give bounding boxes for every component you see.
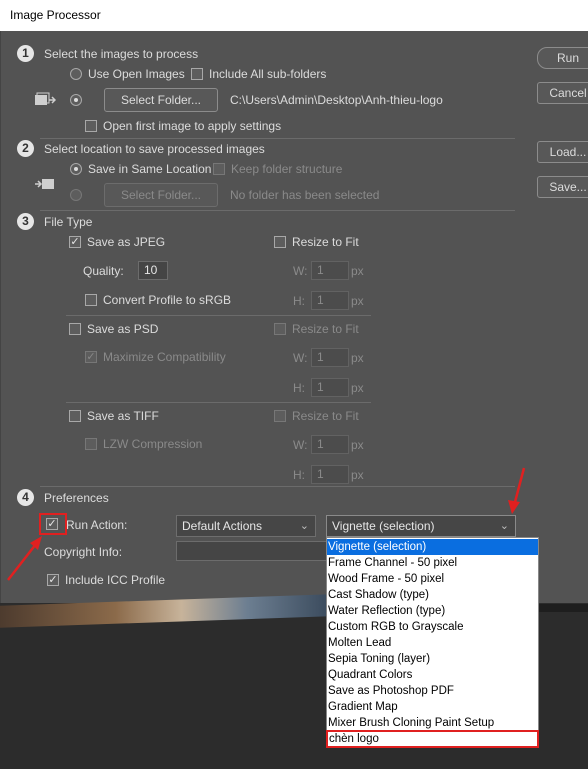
jpeg-quality-input[interactable]: 10 [138, 261, 168, 280]
folder-destination-icon [34, 176, 56, 192]
jpeg-height-input[interactable]: 1 [311, 291, 349, 310]
jpeg-width-input[interactable]: 1 [311, 261, 349, 280]
save-as-tiff-label: Save as TIFF [87, 409, 159, 423]
tiff-width-label: W: [293, 438, 308, 452]
save-as-jpeg-checkbox[interactable]: ✓ [69, 236, 81, 248]
destination-folder-status: No folder has been selected [230, 188, 380, 202]
select-folder-button[interactable]: Select Folder... [104, 88, 218, 112]
load-button[interactable]: Load... [537, 141, 588, 163]
step-2-badge: 2 [17, 140, 34, 157]
source-folder-path: C:\Users\Admin\Desktop\Anh-thieu-logo [230, 93, 443, 107]
filetype-divider [66, 315, 371, 316]
jpeg-resize-label: Resize to Fit [292, 235, 359, 249]
maximize-compat-label: Maximize Compatibility [103, 350, 226, 364]
jpeg-width-unit: px [351, 264, 364, 278]
tiff-width-unit: px [351, 438, 364, 452]
psd-width-input[interactable]: 1 [311, 348, 349, 367]
jpeg-resize-checkbox[interactable] [274, 236, 286, 248]
section-divider [40, 138, 515, 139]
psd-resize-label: Resize to Fit [292, 322, 359, 336]
psd-width-label: W: [293, 351, 308, 365]
psd-height-input[interactable]: 1 [311, 378, 349, 397]
section-divider [40, 210, 515, 211]
convert-profile-checkbox[interactable] [85, 294, 97, 306]
arrow-annotation-icon [7, 536, 42, 581]
jpeg-quality-label: Quality: [83, 264, 124, 278]
save-as-tiff-checkbox[interactable] [69, 410, 81, 422]
jpeg-height-unit: px [351, 294, 364, 308]
checkmark-icon: ✓ [70, 236, 80, 248]
dropdown-item[interactable]: Mixer Brush Cloning Paint Setup [327, 715, 538, 731]
section3-title: File Type [44, 215, 93, 229]
dropdown-item[interactable]: Custom RGB to Grayscale [327, 619, 538, 635]
use-open-images-radio[interactable] [70, 68, 82, 80]
convert-profile-label: Convert Profile to sRGB [103, 293, 232, 307]
section2-title: Select location to save processed images [44, 142, 265, 156]
section1-title: Select the images to process [44, 47, 199, 61]
open-first-image-checkbox[interactable] [85, 120, 97, 132]
tiff-resize-label: Resize to Fit [292, 409, 359, 423]
checkmark-icon: ✓ [86, 351, 96, 363]
folder-source-icon [34, 92, 57, 108]
psd-height-label: H: [293, 381, 305, 395]
save-same-location-radio[interactable] [70, 163, 82, 175]
lzw-compression-checkbox[interactable] [85, 438, 97, 450]
jpeg-height-label: H: [293, 294, 305, 308]
run-button[interactable]: Run [537, 47, 588, 69]
save-button[interactable]: Save... [537, 176, 588, 198]
dropdown-item[interactable]: Save as Photoshop PDF [327, 683, 538, 699]
save-select-folder-radio[interactable] [70, 189, 82, 201]
arrow-annotation-icon [508, 467, 526, 514]
include-subfolders-checkbox[interactable] [191, 68, 203, 80]
psd-resize-checkbox[interactable] [274, 323, 286, 335]
window-titlebar: Image Processor [0, 0, 588, 31]
dropdown-item[interactable]: Molten Lead [327, 635, 538, 651]
window-title: Image Processor [10, 8, 101, 22]
open-first-image-label: Open first image to apply settings [103, 119, 282, 133]
keep-folder-structure-label: Keep folder structure [231, 162, 343, 176]
save-same-location-label: Save in Same Location [88, 162, 212, 176]
dropdown-item[interactable]: Gradient Map [327, 699, 538, 715]
dropdown-item[interactable]: Sepia Toning (layer) [327, 651, 538, 667]
keep-folder-structure-checkbox[interactable] [213, 163, 225, 175]
include-subfolders-label: Include All sub-folders [209, 67, 327, 81]
psd-height-unit: px [351, 381, 364, 395]
save-select-folder-button[interactable]: Select Folder... [104, 183, 218, 207]
save-as-jpeg-label: Save as JPEG [87, 235, 166, 249]
select-folder-radio[interactable] [70, 94, 82, 106]
save-as-psd-label: Save as PSD [87, 322, 159, 336]
use-open-images-label: Use Open Images [88, 67, 185, 81]
filetype-divider [66, 402, 371, 403]
psd-width-unit: px [351, 351, 364, 365]
jpeg-width-label: W: [293, 264, 308, 278]
step-1-badge: 1 [17, 45, 34, 62]
dropdown-item[interactable]: Quadrant Colors [327, 667, 538, 683]
dropdown-item-highlighted[interactable]: chèn logo [326, 730, 539, 748]
save-as-psd-checkbox[interactable] [69, 323, 81, 335]
step-3-badge: 3 [17, 213, 34, 230]
tiff-resize-checkbox[interactable] [274, 410, 286, 422]
dropdown-item[interactable]: Water Reflection (type) [327, 603, 538, 619]
lzw-compression-label: LZW Compression [103, 437, 203, 451]
cancel-button[interactable]: Cancel [537, 82, 588, 104]
annotation-arrows [7, 467, 526, 581]
tiff-width-input[interactable]: 1 [311, 435, 349, 454]
maximize-compat-checkbox[interactable]: ✓ [85, 351, 97, 363]
